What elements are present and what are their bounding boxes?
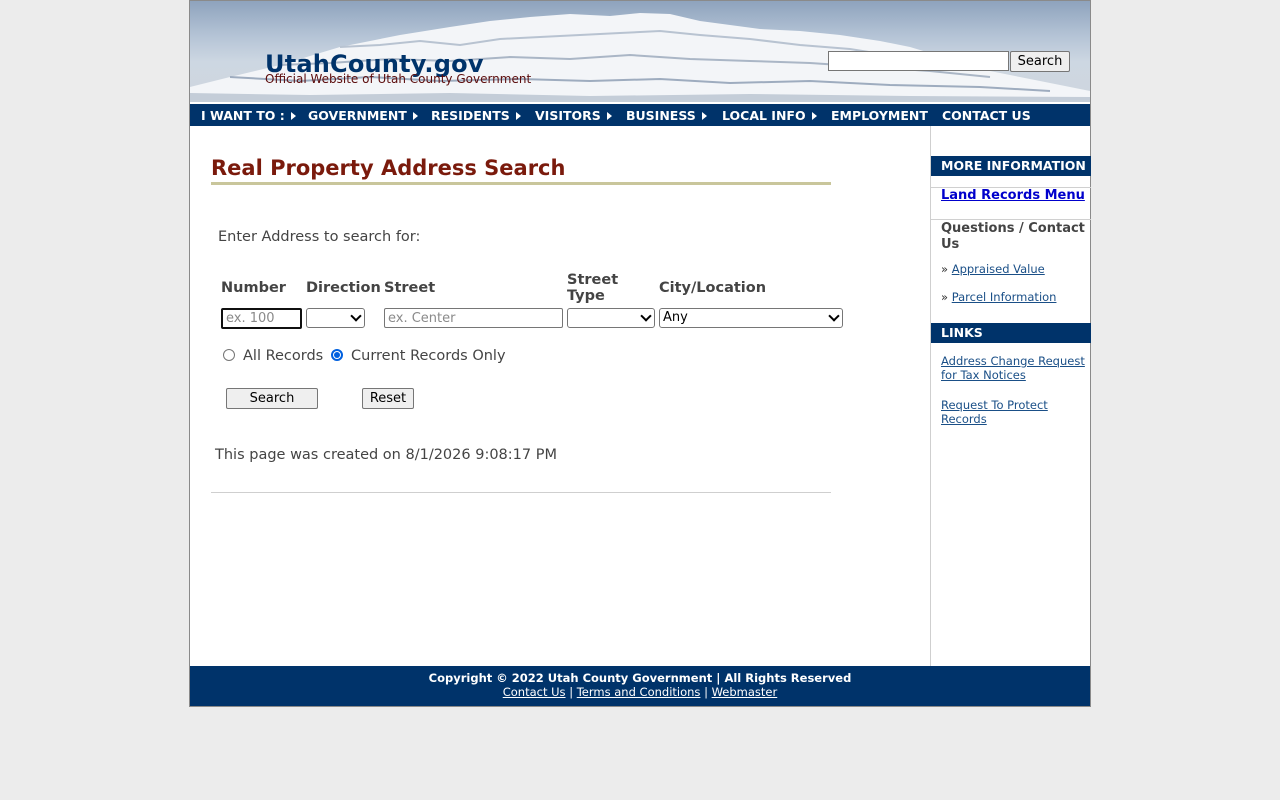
- appraised-value-row: » Appraised Value: [941, 262, 1045, 276]
- nav-item-local-info[interactable]: LOCAL INFO: [722, 107, 817, 125]
- page-title: Real Property Address Search: [211, 156, 566, 180]
- sidebar-divider: [931, 219, 1091, 220]
- site-search-button[interactable]: Search: [1010, 51, 1070, 72]
- city-select-value: Any: [663, 310, 688, 325]
- caret-right-icon: [412, 112, 418, 120]
- search-button[interactable]: Search: [226, 388, 318, 409]
- footer-contact-link[interactable]: Contact Us: [503, 685, 566, 699]
- land-records-menu-link[interactable]: Land Records Menu: [941, 188, 1085, 203]
- copyright-text: Copyright © 2022 Utah County Government …: [428, 671, 852, 685]
- site-header: UtahCounty.gov Official Website of Utah …: [190, 1, 1090, 102]
- parcel-information-link[interactable]: Parcel Information: [952, 290, 1057, 304]
- caret-right-icon: [290, 112, 296, 120]
- footer-terms-link[interactable]: Terms and Conditions: [577, 685, 701, 699]
- content-divider: [211, 492, 831, 493]
- parcel-information-row: » Parcel Information: [941, 290, 1056, 304]
- site-search-input[interactable]: [828, 51, 1009, 71]
- direction-column-label: Direction: [306, 280, 381, 296]
- nav-item-employment[interactable]: EMPLOYMENT: [831, 107, 928, 125]
- bullet-glyph: »: [941, 290, 949, 304]
- street-type-select[interactable]: [567, 308, 655, 328]
- chevron-down-icon: [350, 310, 362, 322]
- caret-right-icon: [606, 112, 612, 120]
- footer-links: Contact Us | Terms and Conditions | Webm…: [190, 685, 1090, 699]
- questions-contact-heading: Questions / Contact Us: [941, 221, 1085, 252]
- street-type-column-label: Street Type: [567, 272, 618, 304]
- caret-right-icon: [701, 112, 707, 120]
- nav-item-label: EMPLOYMENT: [831, 108, 928, 123]
- number-input[interactable]: [221, 308, 302, 329]
- chevron-down-icon: [640, 310, 652, 322]
- sidebar: MORE INFORMATION Land Records Menu Quest…: [930, 126, 1091, 666]
- current-records-radio[interactable]: [331, 349, 343, 361]
- nav-item-label: CONTACT US: [942, 108, 1031, 123]
- title-underline: [211, 182, 831, 185]
- nav-item-i-want-to[interactable]: I WANT TO :: [201, 107, 296, 125]
- all-records-radio[interactable]: [223, 349, 235, 361]
- footer-webmaster-link[interactable]: Webmaster: [712, 685, 778, 699]
- nav-item-label: LOCAL INFO: [722, 108, 806, 123]
- street-type-label-line2: Type: [567, 288, 605, 304]
- appraised-value-link[interactable]: Appraised Value: [952, 262, 1045, 276]
- nav-item-government[interactable]: GOVERNMENT: [308, 107, 418, 125]
- city-select[interactable]: Any: [659, 308, 843, 328]
- nav-item-label: I WANT TO :: [201, 108, 285, 123]
- street-column-label: Street: [384, 280, 436, 296]
- current-records-label[interactable]: Current Records Only: [351, 348, 506, 364]
- nav-item-label: RESIDENTS: [431, 108, 510, 123]
- nav-item-residents[interactable]: RESIDENTS: [431, 107, 521, 125]
- street-input[interactable]: [384, 308, 563, 328]
- address-change-link[interactable]: Address Change Request for Tax Notices: [941, 354, 1086, 382]
- protect-records-link[interactable]: Request To Protect Records: [941, 398, 1086, 426]
- reset-button[interactable]: Reset: [362, 388, 414, 409]
- page-wrapper: UtahCounty.gov Official Website of Utah …: [189, 0, 1091, 707]
- links-heading: LINKS: [931, 323, 1091, 343]
- nav-item-visitors[interactable]: VISITORS: [535, 107, 612, 125]
- nav-item-label: BUSINESS: [626, 108, 696, 123]
- more-information-heading: MORE INFORMATION: [931, 156, 1091, 176]
- main-nav: I WANT TO : GOVERNMENT RESIDENTS VISITOR…: [190, 102, 1090, 126]
- footer-separator: |: [569, 685, 574, 699]
- nav-item-label: GOVERNMENT: [308, 108, 407, 123]
- caret-right-icon: [515, 112, 521, 120]
- direction-select[interactable]: [306, 308, 365, 328]
- site-tagline: Official Website of Utah County Governme…: [265, 72, 532, 86]
- chevron-down-icon: [828, 310, 840, 322]
- number-column-label: Number: [221, 280, 286, 296]
- caret-right-icon: [811, 112, 817, 120]
- all-records-label[interactable]: All Records: [243, 348, 323, 364]
- street-type-label-line1: Street: [567, 272, 619, 288]
- city-column-label: City/Location: [659, 280, 767, 296]
- nav-item-contact-us[interactable]: CONTACT US: [942, 107, 1031, 125]
- nav-item-label: VISITORS: [535, 108, 601, 123]
- search-instruction: Enter Address to search for:: [218, 229, 421, 245]
- bullet-glyph: »: [941, 262, 949, 276]
- page-created-timestamp: This page was created on 8/1/2026 9:08:1…: [215, 447, 557, 463]
- site-footer: Copyright © 2022 Utah County Government …: [190, 666, 1090, 706]
- nav-item-business[interactable]: BUSINESS: [626, 107, 707, 125]
- footer-separator: |: [704, 685, 708, 699]
